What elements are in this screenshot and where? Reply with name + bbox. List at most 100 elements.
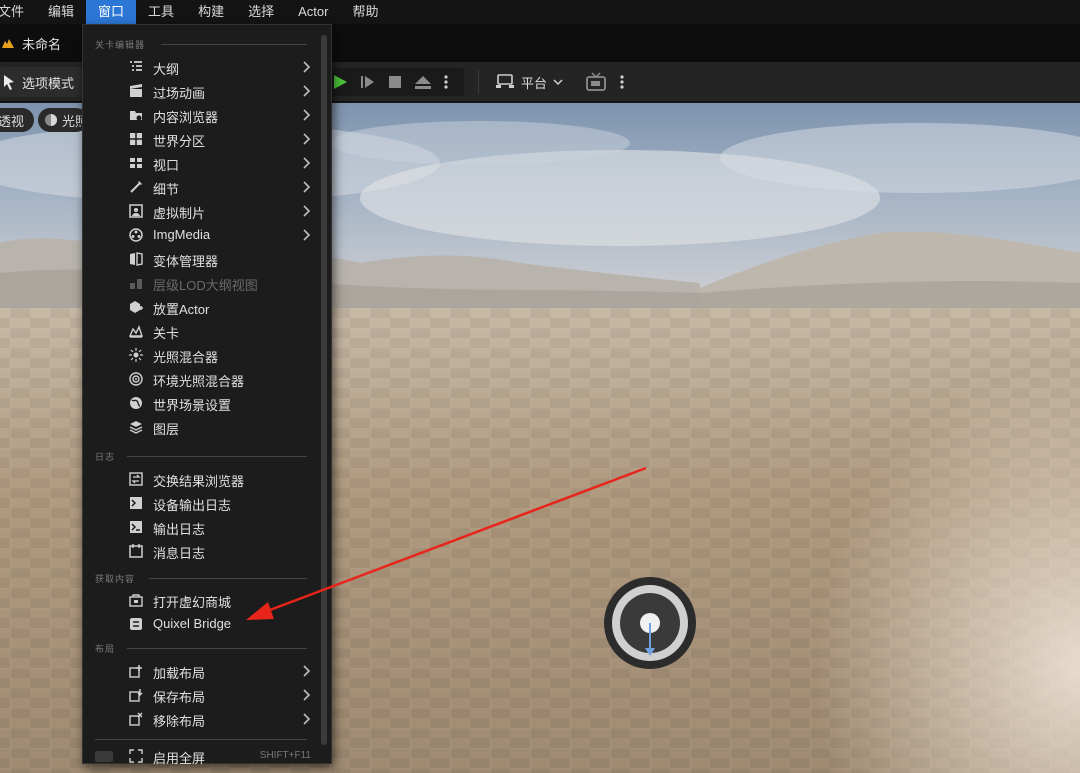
- chevron-right-icon: [303, 665, 311, 677]
- variant-manager-icon: [130, 252, 143, 266]
- section-divider: [127, 648, 307, 649]
- menu-item-hlod-outliner: 层级LOD大纲视图: [83, 271, 321, 295]
- section-divider: [149, 578, 307, 579]
- world-settings-icon: [130, 397, 142, 409]
- menu-actor[interactable]: Actor: [286, 0, 340, 24]
- menu-item-light-mixer[interactable]: 光照混合器: [83, 343, 321, 367]
- menu-item-output-log[interactable]: 输出日志: [83, 515, 321, 539]
- load-layout-icon: [129, 665, 142, 678]
- menu-build[interactable]: 构建: [186, 0, 236, 24]
- section-header-log: 日志: [95, 451, 116, 462]
- menu-file[interactable]: 文件: [0, 0, 36, 24]
- play-controls: [322, 68, 464, 96]
- menu-item-label: 图层: [153, 422, 180, 437]
- step-icon[interactable]: [360, 74, 376, 90]
- tv-icon[interactable]: [585, 72, 609, 92]
- level-icon: [2, 39, 14, 48]
- level-tab[interactable]: 未命名: [0, 28, 61, 58]
- menu-item-img-media[interactable]: ImgMedia: [83, 223, 321, 247]
- menu-item-label: 过场动画: [153, 86, 206, 101]
- menu-item-label: 交换结果浏览器: [153, 474, 245, 489]
- menu-item-load-layout[interactable]: 加载布局: [83, 659, 321, 683]
- menu-item-label: 保存布局: [153, 690, 206, 705]
- menu-item-variant-manager[interactable]: 变体管理器: [83, 247, 321, 271]
- menu-item-world-partition[interactable]: 世界分区: [83, 127, 321, 151]
- menu-item-fullscreen[interactable]: 启用全屏 SHIFT+F11: [83, 744, 321, 768]
- menu-item-label: 放置Actor: [153, 302, 210, 317]
- menu-item-world-settings[interactable]: 世界场景设置: [83, 391, 321, 415]
- more-options-icon[interactable]: [444, 74, 448, 90]
- menu-window[interactable]: 窗口: [86, 0, 137, 24]
- main-menu-bar: 文件 编辑 窗口 工具 构建 选择 Actor 帮助: [0, 0, 1080, 24]
- menu-item-label: 内容浏览器: [153, 110, 219, 125]
- menu-item-label: 环境光照混合器: [153, 374, 245, 389]
- mode-selector-button[interactable]: 选项模式: [0, 67, 83, 97]
- chevron-right-icon: [303, 229, 311, 241]
- menu-item-label: 打开虚幻商城: [153, 595, 232, 610]
- menu-item-cinematics[interactable]: 过场动画: [83, 79, 321, 103]
- settings-more-icon[interactable]: [620, 74, 624, 90]
- virtual-production-icon: [129, 204, 143, 218]
- chevron-right-icon: [303, 61, 311, 73]
- platform-icon: [496, 74, 514, 88]
- section-header-get-content: 获取内容: [95, 573, 136, 584]
- interchange-icon: [129, 472, 143, 486]
- outline-icon: [130, 61, 142, 71]
- menu-item-marketplace[interactable]: 打开虚幻商城: [83, 588, 321, 612]
- toolbar-separator: [478, 70, 479, 94]
- fullscreen-toggle-icon: [95, 751, 113, 762]
- menu-item-virtual-production[interactable]: 虚拟制片: [83, 199, 321, 223]
- menu-item-place-actors[interactable]: 放置Actor: [83, 295, 321, 319]
- menu-item-label: 世界场景设置: [153, 398, 232, 413]
- message-log-icon: [129, 544, 143, 558]
- menu-item-label: 虚拟制片: [153, 206, 206, 221]
- chevron-down-icon: [553, 79, 563, 86]
- light-mixer-icon: [129, 348, 143, 362]
- menu-item-viewports[interactable]: 视口: [83, 151, 321, 175]
- chevron-right-icon: [303, 157, 311, 169]
- menu-item-device-output-log[interactable]: 设备输出日志: [83, 491, 321, 515]
- content-browser-icon: [130, 111, 142, 121]
- section-divider: [95, 739, 307, 740]
- view-mode-pill[interactable]: 透视: [0, 108, 34, 132]
- select-mode-icon: [4, 75, 14, 90]
- menu-item-levels[interactable]: 关卡: [83, 319, 321, 343]
- view-mode-label: 透视: [0, 113, 25, 129]
- menu-item-label: 加载布局: [153, 666, 206, 681]
- menu-item-details[interactable]: 细节: [83, 175, 321, 199]
- menu-item-content-browser[interactable]: 内容浏览器: [83, 103, 321, 127]
- platform-button[interactable]: 平台: [495, 68, 563, 96]
- menu-item-message-log[interactable]: 消息日志: [83, 539, 321, 563]
- device-log-icon: [130, 497, 142, 509]
- hlod-outliner-icon: [130, 279, 142, 289]
- menu-item-quixel-bridge[interactable]: Quixel Bridge: [83, 612, 321, 636]
- place-actor-icon: [130, 301, 143, 313]
- menu-help[interactable]: 帮助: [340, 0, 390, 24]
- fullscreen-icon: [129, 749, 143, 763]
- menu-select[interactable]: 选择: [236, 0, 286, 24]
- menu-item-label: ImgMedia: [153, 227, 211, 242]
- section-divider: [127, 456, 307, 457]
- menu-item-interchange-browser[interactable]: 交换结果浏览器: [83, 467, 321, 491]
- menu-item-env-light-mixer[interactable]: 环境光照混合器: [83, 367, 321, 391]
- menu-tools[interactable]: 工具: [136, 0, 186, 24]
- lighting-mode-pill[interactable]: 光照: [38, 108, 88, 132]
- chevron-right-icon: [303, 713, 311, 725]
- img-media-icon: [129, 228, 143, 242]
- quixel-bridge-icon: [130, 618, 142, 630]
- menu-item-outliner[interactable]: 大纲: [83, 55, 321, 79]
- menu-item-save-layout[interactable]: 保存布局: [83, 683, 321, 707]
- eject-icon[interactable]: [414, 74, 432, 90]
- marketplace-icon: [129, 594, 143, 607]
- menu-edit[interactable]: 编辑: [36, 0, 86, 24]
- menu-item-remove-layout[interactable]: 移除布局: [83, 707, 321, 731]
- menu-scrollbar[interactable]: [321, 35, 327, 745]
- play-icon[interactable]: [332, 74, 348, 90]
- menu-item-label: Quixel Bridge: [153, 616, 232, 631]
- section-header-level-editor: 关卡编辑器: [95, 39, 146, 50]
- stop-icon[interactable]: [388, 75, 402, 89]
- menu-item-layers[interactable]: 图层: [83, 415, 321, 439]
- chevron-right-icon: [303, 205, 311, 217]
- cinematics-icon: [130, 84, 142, 97]
- chevron-right-icon: [303, 109, 311, 121]
